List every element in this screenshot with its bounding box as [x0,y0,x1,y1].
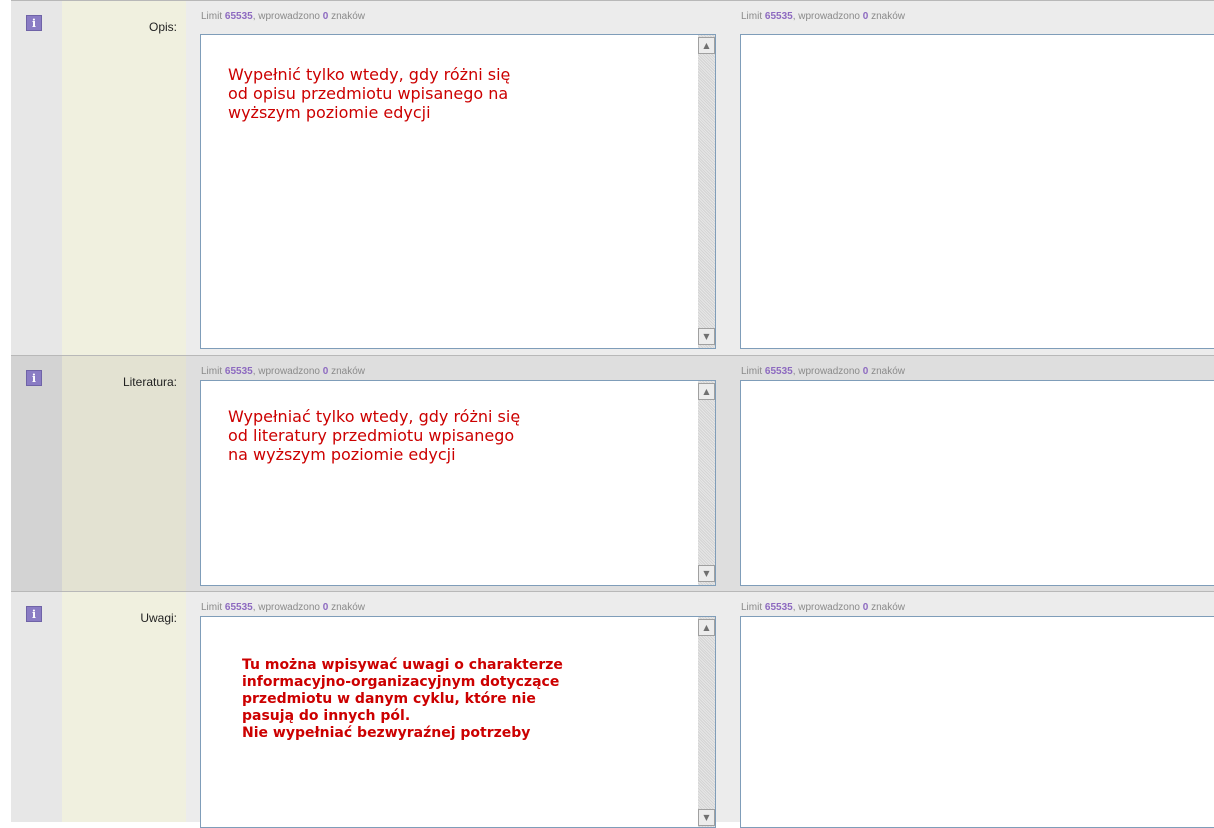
limit-value: 65535 [224,11,253,22]
info-icon[interactable]: i [26,15,42,31]
limit-value: 65535 [764,366,793,377]
info-icon[interactable]: i [26,606,42,622]
scroll-down-button[interactable]: ▼ [698,565,715,582]
field-row-literatura: i Literatura: Limit 65535, wprowadzono 0… [0,355,1214,591]
char-counter-secondary: Limit 65535, wprowadzono 0 znaków [741,11,906,22]
info-icon[interactable]: i [26,370,42,386]
info-column: i [11,1,62,355]
limit-value: 65535 [764,11,793,22]
label-column: Opis: [62,1,186,355]
field-row-opis: i Opis: Limit 65535, wprowadzono 0 znakó… [0,0,1214,355]
field-label: Literatura: [122,375,177,389]
scroll-down-button[interactable]: ▼ [698,809,715,826]
uwagi-textarea[interactable]: Tu można wpisywać uwagi o charakterze in… [200,616,716,828]
label-column: Literatura: [62,356,186,591]
field-label: Opis: [148,20,177,34]
scroll-up-button[interactable]: ▲ [698,619,715,636]
literatura-textarea[interactable]: Wypełniać tylko wtedy, gdy różni się od … [200,380,716,586]
info-column: i [11,356,62,591]
scroll-up-button[interactable]: ▲ [698,383,715,400]
char-counter: Limit 65535, wprowadzono 0 znaków [201,11,366,22]
char-counter-secondary: Limit 65535, wprowadzono 0 znaków [741,366,906,377]
scroll-up-button[interactable]: ▲ [698,37,715,54]
textarea-content: Wypełniać tylko wtedy, gdy różni się od … [228,407,521,464]
info-column: i [11,592,62,822]
label-column: Uwagi: [62,592,186,822]
limit-value: 65535 [224,602,253,613]
field-label: Uwagi: [140,611,177,625]
vertical-scrollbar[interactable]: ▲ ▼ [698,381,715,585]
limit-value: 65535 [224,366,253,377]
opis-textarea-secondary[interactable] [740,34,1214,349]
char-counter: Limit 65535, wprowadzono 0 znaków [201,602,366,613]
uwagi-textarea-secondary[interactable] [740,616,1214,828]
textarea-content: Wypełnić tylko wtedy, gdy różni się od o… [228,65,511,122]
vertical-scrollbar[interactable]: ▲ ▼ [698,35,715,348]
char-counter-secondary: Limit 65535, wprowadzono 0 znaków [741,602,906,613]
opis-textarea[interactable]: Wypełnić tylko wtedy, gdy różni się od o… [200,34,716,349]
field-row-uwagi: i Uwagi: Limit 65535, wprowadzono 0 znak… [0,591,1214,828]
vertical-scrollbar[interactable]: ▲ ▼ [698,617,715,827]
literatura-textarea-secondary[interactable] [740,380,1214,586]
textarea-content: Tu można wpisywać uwagi o charakterze in… [242,657,563,741]
limit-value: 65535 [764,602,793,613]
scroll-down-button[interactable]: ▼ [698,328,715,345]
char-counter: Limit 65535, wprowadzono 0 znaków [201,366,366,377]
